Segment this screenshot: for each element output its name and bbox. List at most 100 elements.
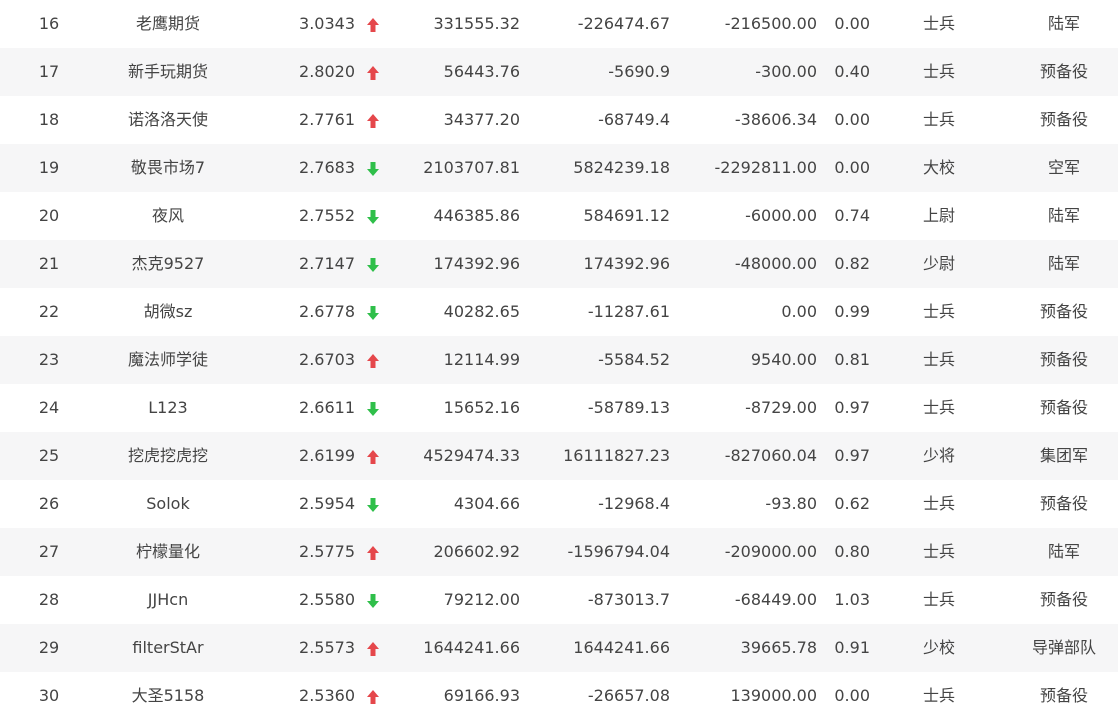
table-row[interactable]: 25 挖虎挖虎挖 2.6199 4529474.33 16111827.23 -… xyxy=(0,432,1118,480)
score-cell: 2.7761 xyxy=(299,110,355,129)
name-cell[interactable]: 夜风 xyxy=(98,192,238,240)
name-cell[interactable]: JJHcn xyxy=(98,576,238,624)
table-row[interactable]: 30 大圣5158 2.5360 69166.93 -26657.08 1390… xyxy=(0,672,1118,720)
value-1-cell: 206602.92 xyxy=(433,542,520,561)
arrow-up-icon xyxy=(366,689,380,705)
value-1-cell: 446385.86 xyxy=(433,206,520,225)
value-3-cell: -300.00 xyxy=(755,62,817,81)
name-cell[interactable]: 杰克9527 xyxy=(98,240,238,288)
value-3-cell: -209000.00 xyxy=(724,542,817,561)
value-3-cell: -827060.04 xyxy=(724,446,817,465)
name-cell[interactable]: 诺洛洛天使 xyxy=(98,96,238,144)
table-row[interactable]: 18 诺洛洛天使 2.7761 34377.20 -68749.4 -38606… xyxy=(0,96,1118,144)
arrow-up-icon xyxy=(366,113,380,129)
branch-cell: 陆军 xyxy=(1047,254,1080,273)
value-3-cell: 139000.00 xyxy=(730,686,817,705)
value-2-cell: 1644241.66 xyxy=(573,638,670,657)
name-cell[interactable]: Solok xyxy=(98,480,238,528)
table-row[interactable]: 17 新手玩期货 2.8020 56443.76 -5690.9 -300.00… xyxy=(0,48,1118,96)
branch-cell: 预备役 xyxy=(1039,590,1088,609)
branch-cell: 预备役 xyxy=(1039,494,1088,513)
table-row[interactable]: 19 敬畏市场7 2.7683 2103707.81 5824239.18 -2… xyxy=(0,144,1118,192)
table-row[interactable]: 20 夜风 2.7552 446385.86 584691.12 -6000.0… xyxy=(0,192,1118,240)
value-4-cell: 0.00 xyxy=(834,110,870,129)
table-row[interactable]: 23 魔法师学徒 2.6703 12114.99 -5584.52 9540.0… xyxy=(0,336,1118,384)
score-cell: 2.6703 xyxy=(299,350,355,369)
arrow-down-icon xyxy=(366,305,380,321)
military-rank-cell: 士兵 xyxy=(922,110,955,129)
branch-cell: 预备役 xyxy=(1039,110,1088,129)
arrow-down-icon xyxy=(366,593,380,609)
value-3-cell: 9540.00 xyxy=(750,350,817,369)
rank-cell: 17 xyxy=(38,62,60,81)
military-rank-cell: 少校 xyxy=(922,638,955,657)
value-4-cell: 0.74 xyxy=(834,206,870,225)
value-1-cell: 69166.93 xyxy=(443,686,520,705)
value-1-cell: 34377.20 xyxy=(443,110,520,129)
arrow-up-icon xyxy=(366,641,380,657)
branch-cell: 预备役 xyxy=(1039,302,1088,321)
branch-cell: 预备役 xyxy=(1039,350,1088,369)
value-3-cell: 0.00 xyxy=(781,302,817,321)
name-cell[interactable]: 胡微sz xyxy=(98,288,238,336)
military-rank-cell: 士兵 xyxy=(922,350,955,369)
score-cell: 2.5580 xyxy=(299,590,355,609)
value-2-cell: 16111827.23 xyxy=(563,446,670,465)
value-1-cell: 79212.00 xyxy=(443,590,520,609)
rank-cell: 27 xyxy=(38,542,60,561)
table-row[interactable]: 16 老鹰期货 3.0343 331555.32 -226474.67 -216… xyxy=(0,0,1118,48)
rank-cell: 19 xyxy=(38,158,60,177)
value-1-cell: 15652.16 xyxy=(443,398,520,417)
name-cell[interactable]: 敬畏市场7 xyxy=(98,144,238,192)
score-cell: 2.7552 xyxy=(299,206,355,225)
rank-cell: 21 xyxy=(38,254,60,273)
trend-cell xyxy=(362,528,384,576)
value-4-cell: 0.91 xyxy=(834,638,870,657)
value-2-cell: -5584.52 xyxy=(598,350,670,369)
name-cell[interactable]: 大圣5158 xyxy=(98,672,238,720)
value-2-cell: -68749.4 xyxy=(598,110,670,129)
table-row[interactable]: 28 JJHcn 2.5580 79212.00 -873013.7 -6844… xyxy=(0,576,1118,624)
value-4-cell: 0.82 xyxy=(834,254,870,273)
rank-cell: 16 xyxy=(38,14,60,33)
value-4-cell: 0.97 xyxy=(834,398,870,417)
name-cell[interactable]: L123 xyxy=(98,384,238,432)
trend-cell xyxy=(362,384,384,432)
table-row[interactable]: 21 杰克9527 2.7147 174392.96 174392.96 -48… xyxy=(0,240,1118,288)
name-cell[interactable]: 魔法师学徒 xyxy=(98,336,238,384)
trend-cell xyxy=(362,624,384,672)
value-2-cell: 5824239.18 xyxy=(573,158,670,177)
score-cell: 2.5775 xyxy=(299,542,355,561)
trend-cell xyxy=(362,480,384,528)
rank-cell: 29 xyxy=(38,638,60,657)
rank-cell: 26 xyxy=(38,494,60,513)
name-cell[interactable]: 挖虎挖虎挖 xyxy=(98,432,238,480)
military-rank-cell: 大校 xyxy=(922,158,955,177)
table-row[interactable]: 26 Solok 2.5954 4304.66 -12968.4 -93.80 … xyxy=(0,480,1118,528)
score-cell: 2.6199 xyxy=(299,446,355,465)
name-cell[interactable]: filterStAr xyxy=(98,624,238,672)
table-row[interactable]: 29 filterStAr 2.5573 1644241.66 1644241.… xyxy=(0,624,1118,672)
value-2-cell: -1596794.04 xyxy=(567,542,670,561)
military-rank-cell: 少将 xyxy=(922,446,955,465)
name-cell[interactable]: 老鹰期货 xyxy=(98,0,238,48)
branch-cell: 空军 xyxy=(1047,158,1080,177)
table-row[interactable]: 24 L123 2.6611 15652.16 -58789.13 -8729.… xyxy=(0,384,1118,432)
value-4-cell: 0.40 xyxy=(834,62,870,81)
branch-cell: 导弹部队 xyxy=(1031,638,1096,657)
name-cell[interactable]: 柠檬量化 xyxy=(98,528,238,576)
value-1-cell: 174392.96 xyxy=(433,254,520,273)
value-2-cell: 584691.12 xyxy=(583,206,670,225)
value-3-cell: -38606.34 xyxy=(734,110,817,129)
branch-cell: 集团军 xyxy=(1039,446,1088,465)
rank-cell: 20 xyxy=(38,206,60,225)
score-cell: 2.5573 xyxy=(299,638,355,657)
military-rank-cell: 士兵 xyxy=(922,14,955,33)
value-3-cell: -68449.00 xyxy=(734,590,817,609)
name-cell[interactable]: 新手玩期货 xyxy=(98,48,238,96)
value-4-cell: 0.97 xyxy=(834,446,870,465)
branch-cell: 陆军 xyxy=(1047,14,1080,33)
table-row[interactable]: 22 胡微sz 2.6778 40282.65 -11287.61 0.00 0… xyxy=(0,288,1118,336)
military-rank-cell: 士兵 xyxy=(922,62,955,81)
table-row[interactable]: 27 柠檬量化 2.5775 206602.92 -1596794.04 -20… xyxy=(0,528,1118,576)
